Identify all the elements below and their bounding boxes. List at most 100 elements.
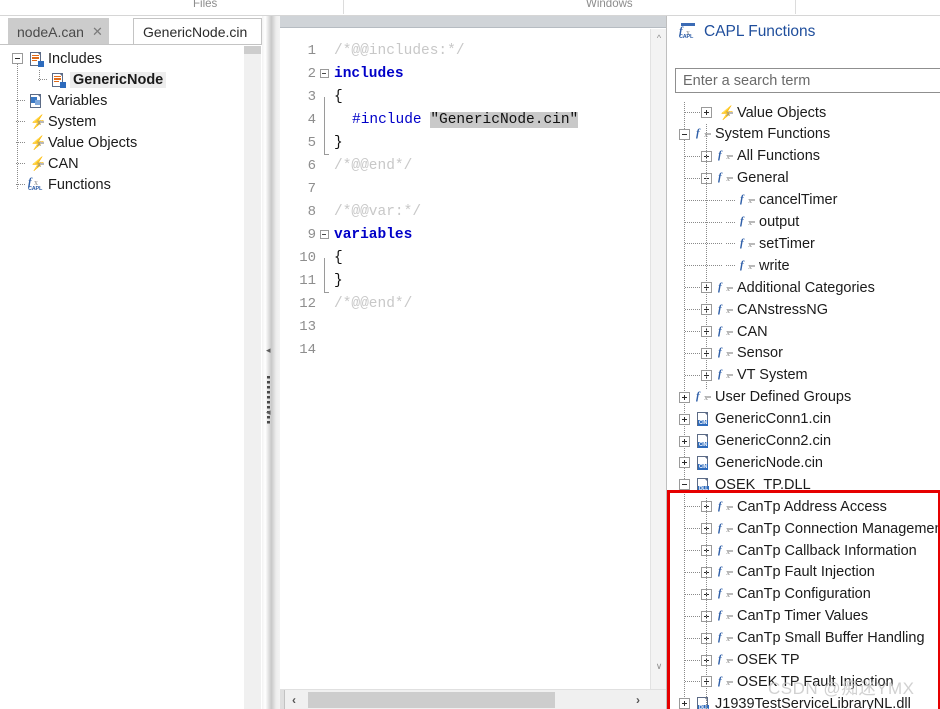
fold-line [324,280,325,292]
file-tree-item-variables[interactable]: Variables [0,90,107,111]
code-token: #include [352,111,431,128]
line-number: 6 [307,157,316,174]
file-tree-item-includes[interactable]: Includes [0,48,102,69]
file-tree-item-value-objects[interactable]: ⚡ x Value Objects [0,132,137,153]
fold-gutter[interactable] [316,230,332,239]
collapse-left-icon[interactable]: ◂ [266,346,271,355]
scroll-right-icon[interactable]: › [628,690,648,709]
fold-gutter[interactable] [316,69,332,78]
code-token: } [334,134,343,151]
capl-function-tree[interactable]: ⚡xValue ObjectsfxSystem FunctionsfxAll F… [667,102,940,709]
expand-icon[interactable] [679,457,690,469]
tab-nodeA-can[interactable]: nodeA.can ✕ [8,18,109,45]
capl-tree-item-general[interactable]: fxGeneral [667,168,789,189]
capl-tree-item-value-objects[interactable]: ⚡ x Value Objects [667,102,826,123]
tree-connector-line [706,498,707,709]
scroll-up-icon[interactable]: ^ [651,29,667,46]
capl-tree-item-sensor[interactable]: fxSensor [667,343,783,364]
code-line[interactable]: 8 /*@@var:*/ [280,200,421,223]
scroll-left-icon[interactable]: ‹ [284,690,304,709]
file-tree-item-can[interactable]: ⚡ x CAN [0,153,79,174]
capl-tree-item-label: GenericConn1.cin [715,411,832,428]
file-tree-item-genericnode[interactable]: GenericNode [0,69,167,90]
capl-tree-item-label: CanTp Configuration [737,586,871,603]
capl-tree-item-osek-tp-dll[interactable]: DLL OSEK_TP.DLL [667,474,811,495]
collapse-icon[interactable] [679,128,690,140]
capl-tree-item-genericconn1-cin[interactable]: CIN GenericConn1.cin [667,409,831,430]
code-line[interactable]: 6 /*@@end*/ [280,154,413,177]
code-text-area[interactable]: 1/*@@includes:*/2 includes 3{4 #include "Ge… [280,29,650,697]
file-tree[interactable]: Includes GenericNode Variables ⚡ x System ⚡ x Va… [0,46,244,709]
editor-horizontal-scrollbar[interactable]: ‹ › [280,689,666,709]
capl-tree-item-settimer[interactable]: fxsetTimer [667,233,815,254]
fx-icon: fx [739,214,755,230]
capl-tree-item-cantp-connection-management[interactable]: fxCanTp Connection Management [667,518,940,539]
capl-tree-item-additional-categories[interactable]: fxAdditional Categories [667,277,875,298]
code-line[interactable]: 11} [280,269,343,293]
capl-tree-item-canceltimer[interactable]: fxcancelTimer [667,190,837,211]
code-line[interactable]: 7 [280,177,334,200]
collapse-icon[interactable] [679,479,690,491]
collapse-icon[interactable] [12,53,23,64]
editor-vertical-scrollbar[interactable]: ^ ∨ [650,29,666,697]
capl-tree-item-cantp-configuration[interactable]: fxCanTp Configuration [667,584,871,605]
capl-tree-item-all-functions[interactable]: fxAll Functions [667,146,820,167]
fx-icon: fx [717,674,733,690]
hscroll-thumb[interactable] [308,692,555,708]
panel-splitter[interactable]: ◂ ◂ [262,16,280,709]
expand-icon[interactable] [679,391,690,403]
expand-icon[interactable] [679,413,690,425]
code-line[interactable]: 2 includes [280,62,404,85]
code-line[interactable]: 1 /*@@includes:*/ [280,39,465,62]
collapse-left-icon-2[interactable]: ◂ [266,408,271,417]
fx-icon: fx [695,126,711,142]
file-tree-scrollbar[interactable] [244,46,261,709]
code-line[interactable]: 9 variables [280,223,413,246]
code-line[interactable]: 12 /*@@end*/ [280,292,412,315]
expand-icon[interactable] [679,435,690,447]
code-line[interactable]: 10 { [280,246,343,281]
fold-collapse-icon[interactable] [319,230,329,239]
capl-tree-item-cantp-callback-information[interactable]: fxCanTp Callback Information [667,540,917,561]
value-object-icon: ⚡ x [30,113,47,129]
code-line[interactable]: 14 [280,338,334,361]
code-line[interactable]: 3{ [280,85,343,120]
capl-tree-item-label: User Defined Groups [715,389,852,406]
line-number: 14 [299,341,316,358]
capl-tree-item-cantp-address-access[interactable]: fxCanTp Address Access [667,496,887,517]
splitter-grip[interactable] [267,376,270,426]
capl-tree-item-cantp-timer-values[interactable]: fxCanTp Timer Values [667,606,868,627]
capl-tree-item-cantp-fault-injection[interactable]: fxCanTp Fault Injection [667,562,875,583]
capl-tree-item-can[interactable]: fxCAN [667,321,768,342]
capl-tree-item-write[interactable]: fxwrite [667,255,790,276]
capl-tree-item-output[interactable]: fxoutput [667,212,799,233]
capl-tree-item-genericnode-cin[interactable]: CIN GenericNode.cin [667,452,823,473]
capl-tree-item-genericconn2-cin[interactable]: CIN GenericConn2.cin [667,431,831,452]
search-input[interactable]: Enter a search term [675,68,940,93]
capl-tree-item-vt-system[interactable]: fxVT System [667,365,808,386]
expand-icon[interactable] [701,107,712,118]
capl-tree-item-label: OSEK_TP.DLL [715,476,811,493]
code-line[interactable]: 13 [280,315,334,338]
file-tree-scroll-thumb[interactable] [244,46,261,54]
code-line[interactable]: 5} [280,131,343,155]
line-number: 12 [299,295,316,312]
file-tree-item-system[interactable]: ⚡ x System [0,111,96,132]
capl-tree-item-canstressng[interactable]: fxCANstressNG [667,299,828,320]
file-tree-item-functions[interactable]: f x CAPL Functions [0,174,111,195]
capl-tree-item-user-defined-groups[interactable]: fxUser Defined Groups [667,387,851,408]
close-icon[interactable]: ✕ [92,25,103,38]
value-object-icon: ⚡ x [30,134,47,150]
code-line[interactable]: 4 #include "GenericNode.cin" [280,108,579,143]
tab-genericnode-cin[interactable]: GenericNode.cin [133,18,263,45]
line-number: 2 [307,65,316,82]
expand-icon[interactable] [679,698,690,709]
editor-tabstrip: nodeA.can ✕ GenericNode.cin [0,16,263,45]
watermark: CSDN @痴迷YMX [768,679,915,698]
scroll-down-icon[interactable]: ∨ [651,658,667,675]
capl-panel-header: fx CAPL CAPL Functions [667,16,940,48]
code-text: variables [334,227,412,243]
capl-tree-item-system-functions[interactable]: fxSystem Functions [667,124,830,145]
fold-collapse-icon[interactable] [319,69,329,78]
capl-tree-item-osek-tp[interactable]: fxOSEK TP [667,650,800,671]
